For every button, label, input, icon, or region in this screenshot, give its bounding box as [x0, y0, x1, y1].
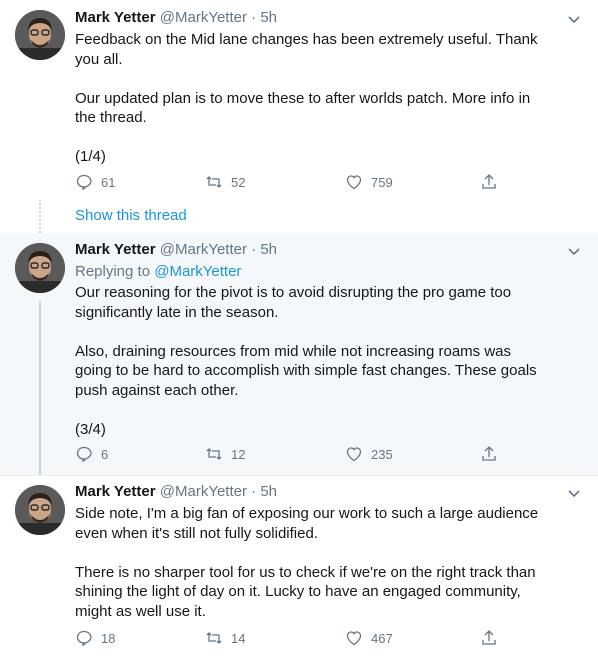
tweet-text-line: Feedback on the Mid lane changes has bee… — [75, 31, 538, 48]
tweet-actions: 18 14 467 — [75, 629, 496, 649]
chevron-down-icon[interactable] — [567, 244, 581, 258]
heart-icon — [346, 447, 362, 462]
tweet-header: Mark Yetter @MarkYetter · 5h — [75, 8, 575, 28]
heart-icon — [346, 175, 362, 190]
retweet-count: 12 — [231, 446, 246, 462]
separator-dot: · — [251, 9, 257, 26]
like-count: 759 — [371, 174, 393, 190]
reply-count: 6 — [101, 446, 109, 462]
author-name[interactable]: Mark Yetter — [75, 483, 156, 500]
tweet-3[interactable]: Mark Yetter @MarkYetter · 5h Side note, … — [0, 475, 598, 658]
avatar[interactable] — [15, 10, 65, 60]
tweet-text-line: Side note, I'm a big fan of exposing our… — [75, 505, 539, 522]
share-icon — [482, 446, 496, 461]
reply-icon — [76, 630, 92, 647]
replying-to-handle[interactable]: @MarkYetter — [154, 263, 241, 280]
tweet-header: Mark Yetter @MarkYetter · 5h — [75, 240, 575, 260]
reply-button[interactable]: 61 — [75, 173, 115, 191]
retweet-icon — [206, 448, 222, 460]
chevron-down-icon[interactable] — [567, 486, 581, 500]
tweet-header: Mark Yetter @MarkYetter · 5h — [75, 482, 575, 502]
like-button[interactable]: 235 — [345, 445, 393, 463]
timestamp[interactable]: 5h — [260, 9, 277, 26]
reply-count: 61 — [101, 174, 116, 190]
thread-connector — [39, 301, 41, 475]
tweet-text-line: push against each other. — [75, 381, 239, 399]
tweet-text-line: (3/4) — [75, 420, 106, 438]
tweet-text: Feedback on the Mid lane changes has bee… — [75, 30, 575, 167]
reply-icon — [76, 174, 92, 191]
retweet-button[interactable]: 14 — [205, 629, 245, 647]
retweet-count: 52 — [231, 174, 246, 190]
show-thread-link[interactable]: Show this thread — [75, 207, 187, 224]
tweet-text-line: Our reasoning for the pivot is to avoid … — [75, 284, 512, 301]
timestamp[interactable]: 5h — [260, 241, 277, 258]
tweet-2[interactable]: Mark Yetter @MarkYetter · 5h Replying to… — [0, 233, 598, 475]
tweet-1[interactable]: Mark Yetter @MarkYetter · 5h Feedback on… — [0, 0, 598, 233]
chevron-down-icon[interactable] — [567, 12, 581, 26]
tweet-text: Side note, I'm a big fan of exposing our… — [75, 504, 575, 621]
author-handle[interactable]: @MarkYetter — [160, 9, 247, 26]
thread-connector — [39, 200, 41, 233]
tweet-text-line: (1/4) — [75, 148, 106, 165]
like-button[interactable]: 467 — [345, 629, 393, 647]
reply-button[interactable]: 6 — [75, 445, 108, 463]
tweet-text-line: shining the light of day on it. Lucky to… — [75, 583, 521, 600]
avatar[interactable] — [15, 485, 65, 535]
reply-icon — [76, 446, 92, 463]
author-handle[interactable]: @MarkYetter — [160, 483, 247, 500]
tweet-text-line: the thread. — [75, 109, 147, 126]
tweet-text-line: There is no sharper tool for us to check… — [75, 563, 536, 581]
retweet-button[interactable]: 52 — [205, 173, 245, 191]
tweet-text-line: even when it's still not fully solidifie… — [75, 524, 318, 542]
retweet-button[interactable]: 12 — [205, 445, 245, 463]
tweet-text-line: Our updated plan is to move these to aft… — [75, 89, 531, 107]
share-icon — [482, 630, 496, 645]
reply-button[interactable]: 18 — [75, 629, 115, 647]
author-handle[interactable]: @MarkYetter — [160, 241, 247, 258]
author-name[interactable]: Mark Yetter — [75, 241, 156, 258]
tweet-actions: 61 52 759 — [75, 173, 496, 193]
tweet-actions: 6 12 235 — [75, 445, 496, 465]
author-name[interactable]: Mark Yetter — [75, 9, 156, 26]
replying-to-label: Replying to — [75, 263, 151, 280]
tweet-text-line: going to be hard to accomplish with simp… — [75, 362, 537, 379]
like-count: 235 — [371, 446, 393, 462]
retweet-icon — [206, 176, 222, 188]
tweet-text-line: you all. — [75, 50, 123, 68]
like-count: 467 — [371, 630, 393, 646]
tweet-text-line: might as well use it. — [75, 602, 206, 620]
tweet-text-line: significantly late in the season. — [75, 303, 279, 321]
tweet-text: Our reasoning for the pivot is to avoid … — [75, 283, 575, 439]
avatar[interactable] — [15, 243, 65, 293]
reply-count: 18 — [101, 630, 116, 646]
replying-to: Replying to @MarkYetter — [75, 262, 575, 282]
tweet-text-line: Also, draining resources from mid while … — [75, 342, 512, 360]
retweet-icon — [206, 632, 222, 644]
separator-dot: · — [251, 241, 257, 258]
retweet-count: 14 — [231, 630, 246, 646]
heart-icon — [346, 631, 362, 646]
share-button[interactable] — [480, 445, 506, 463]
share-button[interactable] — [480, 629, 506, 647]
like-button[interactable]: 759 — [345, 173, 393, 191]
timestamp[interactable]: 5h — [260, 483, 277, 500]
separator-dot: · — [251, 483, 257, 500]
share-icon — [482, 174, 496, 189]
share-button[interactable] — [480, 173, 506, 191]
